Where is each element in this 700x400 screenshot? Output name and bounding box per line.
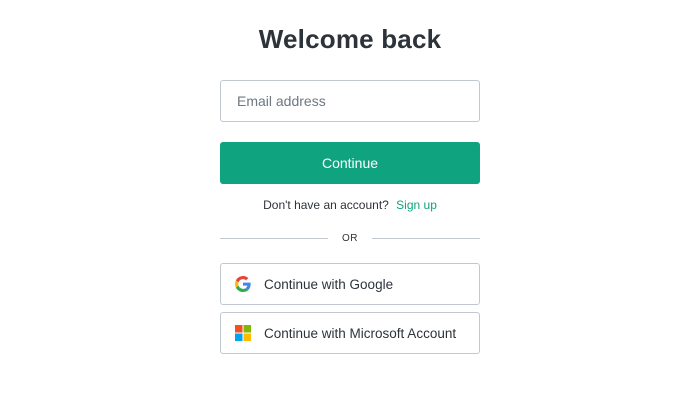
or-divider: OR [220, 230, 480, 246]
microsoft-icon [235, 325, 251, 341]
continue-with-microsoft-button[interactable]: Continue with Microsoft Account [220, 312, 480, 354]
divider-label: OR [342, 232, 358, 244]
google-icon [235, 276, 251, 292]
microsoft-button-label: Continue with Microsoft Account [264, 325, 457, 341]
page-title: Welcome back [258, 24, 442, 54]
continue-button[interactable]: Continue [220, 142, 480, 184]
divider-line-right [372, 237, 480, 239]
signup-link[interactable]: Sign up [396, 198, 437, 212]
email-field[interactable] [220, 80, 480, 122]
continue-with-google-button[interactable]: Continue with Google [220, 263, 480, 305]
signup-prompt-row: Don't have an account? Sign up [0, 198, 700, 212]
divider-line-left [220, 237, 328, 239]
google-button-label: Continue with Google [264, 276, 394, 292]
signup-prompt-text: Don't have an account? [263, 198, 389, 212]
